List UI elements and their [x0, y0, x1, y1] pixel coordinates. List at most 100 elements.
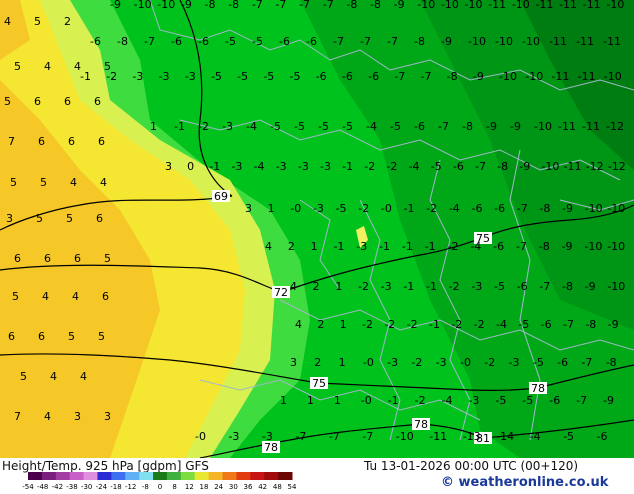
temperature-label: -1 [426, 280, 437, 293]
temperature-label: -5 [294, 120, 305, 133]
temperature-label: -4 [496, 318, 507, 331]
temperature-label: -1 [80, 70, 91, 83]
temperature-label: -5 [270, 120, 281, 133]
temperature-label: -11 [576, 35, 594, 48]
temperature-label: -5 [263, 70, 274, 83]
temperature-label: -10 [465, 0, 483, 11]
temperature-label: -8 [370, 0, 381, 11]
temperature-label: -2 [364, 160, 375, 173]
legend-tick: 30 [229, 483, 238, 490]
temperature-label: -2 [407, 318, 418, 331]
temperature-label: -10 [604, 70, 622, 83]
temperature-label: -9 [510, 120, 521, 133]
legend-swatch [111, 472, 126, 480]
warm-temperature-label: 6 [98, 135, 105, 148]
legend-swatch [69, 472, 85, 480]
temperature-label: -11 [582, 120, 600, 133]
temperature-label: -7 [387, 35, 398, 48]
temperature-label: -9 [110, 0, 121, 11]
warm-temperature-label: 3 [74, 410, 81, 423]
warm-temperature-label: 3 [104, 410, 111, 423]
warm-temperature-label: 6 [38, 330, 45, 343]
temperature-label: 3 [290, 356, 297, 369]
temperature-label: -5 [390, 120, 401, 133]
temperature-label: -10 [396, 430, 414, 443]
temperature-label: -3 [228, 430, 239, 443]
contour-label: 75 [312, 377, 326, 390]
legend-swatch [222, 472, 237, 480]
temperature-label: 3 [245, 202, 252, 215]
temperature-label: -3 [471, 280, 482, 293]
temperature-label: -1 [388, 394, 399, 407]
warm-temperature-label: 2 [64, 15, 71, 28]
temperature-label: -7 [517, 202, 528, 215]
temperature-label: -11 [551, 70, 569, 83]
warm-temperature-label: 7 [8, 135, 15, 148]
temperature-label: -6 [517, 280, 528, 293]
temperature-label: -3 [320, 160, 331, 173]
temperature-label: -9 [486, 120, 497, 133]
temperature-label: -2 [358, 202, 369, 215]
temperature-label: 1 [339, 356, 346, 369]
legend-tick: 18 [200, 483, 209, 490]
warm-temperature-label: 4 [80, 370, 87, 383]
contour-label: 69 [214, 190, 228, 203]
temperature-label: -8 [346, 0, 357, 11]
temperature-label: -10 [541, 160, 559, 173]
temperature-label: -7 [420, 70, 431, 83]
temperature-label: -6 [342, 70, 353, 83]
temperature-label: -7 [295, 430, 306, 443]
temperature-label: -11 [549, 35, 567, 48]
legend-tick: 24 [214, 483, 223, 490]
legend-swatch [208, 472, 224, 480]
temperature-label: -6 [494, 202, 505, 215]
temperature-label: -5 [252, 35, 263, 48]
weather-map: 69 72 75 75 78 78 78 81 -9 -10 -10 -9 -8 -8 -7… [0, 0, 634, 458]
legend-tick: 36 [244, 483, 253, 490]
temperature-label: -12 [608, 160, 626, 173]
temperature-label: -11 [564, 160, 582, 173]
temperature-label: -5 [494, 280, 505, 293]
temperature-label: -0 [195, 430, 206, 443]
temperature-label: -2 [384, 318, 395, 331]
temperature-label: -10 [534, 120, 552, 133]
temperature-label: -5 [225, 35, 236, 48]
temperature-label: -5 [211, 70, 222, 83]
legend-swatch [28, 472, 43, 480]
warm-temperature-label: 6 [102, 290, 109, 303]
temperature-label: 2 [314, 356, 321, 369]
legend-swatch [250, 472, 265, 480]
color-legend [28, 472, 293, 480]
temperature-label: -0 [290, 202, 301, 215]
temperature-label: -4 [254, 160, 265, 173]
footer-bar: Height/Temp. 925 hPa [gdpm] GFS Tu 13-01… [0, 458, 634, 491]
temperature-label: -8 [228, 0, 239, 11]
legend-swatch [180, 472, 196, 480]
temperature-label: -8 [539, 240, 550, 253]
temperature-label: -7 [252, 0, 263, 11]
legend-tick: 8 [172, 483, 176, 490]
temperature-label: -6 [557, 356, 568, 369]
credit: © weatheronline.co.uk [441, 475, 609, 490]
warm-temperature-label: 7 [14, 410, 21, 423]
temperature-label: -5 [522, 394, 533, 407]
temperature-label: -8 [462, 120, 473, 133]
temperature-label: -2 [474, 318, 485, 331]
temperature-label: -3 [468, 394, 479, 407]
temperature-label: -2 [411, 356, 422, 369]
temperature-label: 1 [307, 394, 314, 407]
temperature-label: -0 [361, 394, 372, 407]
temperature-label: -7 [438, 120, 449, 133]
temperature-label: -11 [583, 0, 601, 11]
temperature-label: -6 [306, 35, 317, 48]
warm-temperature-label: 4 [72, 290, 79, 303]
temperature-label: -0 [381, 202, 392, 215]
temperature-label: -2 [386, 160, 397, 173]
temperature-label: -1 [425, 240, 436, 253]
legend-tick: 0 [158, 483, 162, 490]
temperature-label: -10 [584, 240, 602, 253]
temperature-label: -3 [185, 70, 196, 83]
warm-temperature-label: 5 [4, 95, 11, 108]
legend-swatch [236, 472, 251, 480]
warm-temperature-label: 5 [98, 330, 105, 343]
